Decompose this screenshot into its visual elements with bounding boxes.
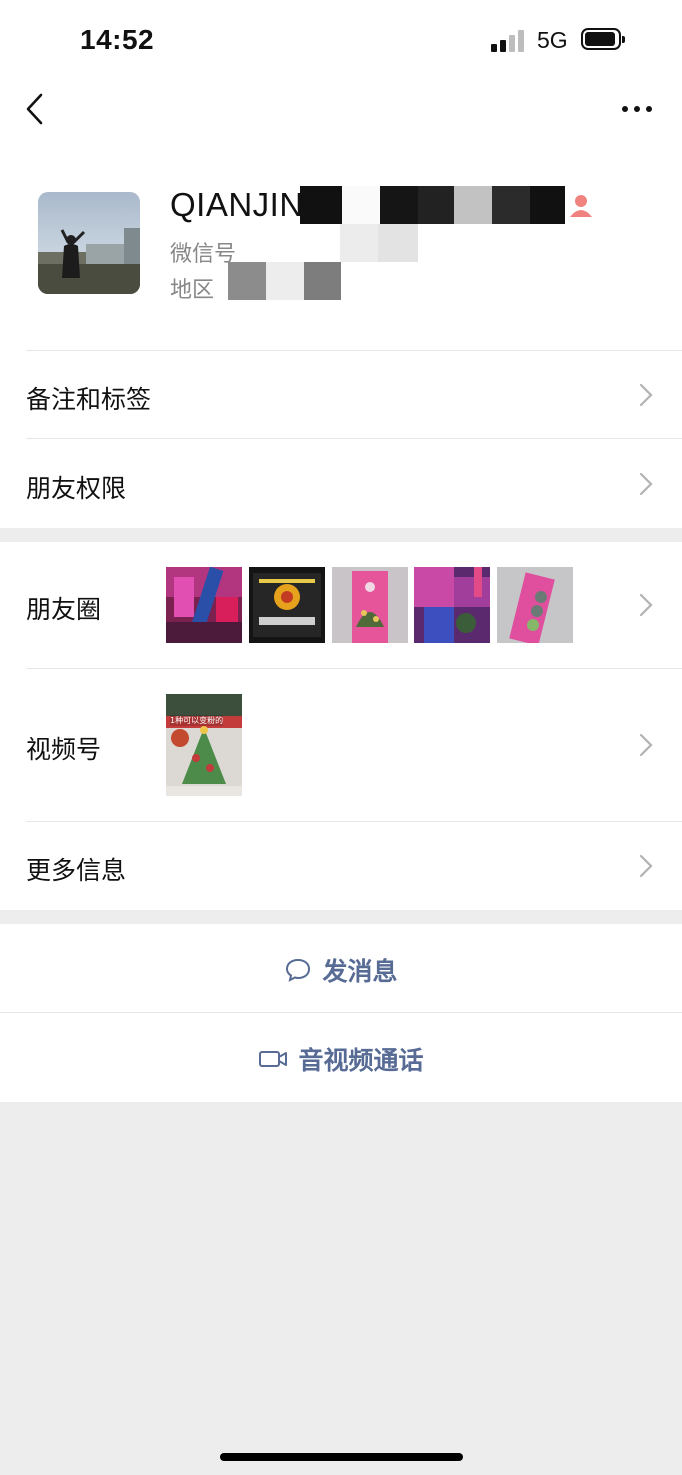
moments-thumbnail[interactable] [249, 567, 325, 643]
region-redaction [228, 262, 341, 300]
moments-thumbnail[interactable] [497, 567, 573, 643]
channels-thumbnail-caption: 1种可以变粉的 [170, 715, 224, 726]
chevron-right-icon [639, 854, 653, 878]
channels-label[interactable]: 视频号 [26, 730, 101, 766]
friend-permissions-label[interactable]: 朋友权限 [26, 469, 126, 505]
network-type: 5G [537, 27, 568, 53]
moments-thumbnail[interactable] [414, 567, 490, 643]
status-time: 14:52 [80, 24, 155, 55]
video-call-label: 音视频通话 [298, 1046, 424, 1075]
contact-name: QIANJIN [170, 186, 304, 223]
name-redaction [300, 186, 575, 224]
divider [0, 1012, 682, 1013]
divider [26, 350, 682, 351]
video-call-button[interactable]: 音视频通话 [0, 1041, 682, 1077]
region-label: 地区 [170, 278, 215, 303]
moments-thumbnail[interactable] [166, 567, 242, 643]
wechat-id-redaction [340, 224, 418, 262]
divider [26, 668, 682, 669]
avatar[interactable] [38, 192, 140, 294]
divider [26, 438, 682, 439]
more-dots-icon[interactable] [620, 100, 654, 118]
section-gap [0, 910, 682, 924]
chevron-right-icon [639, 733, 653, 757]
chevron-right-icon [639, 383, 653, 407]
chevron-right-icon [639, 593, 653, 617]
person-icon [570, 195, 592, 217]
more-info-label[interactable]: 更多信息 [26, 851, 126, 887]
chevron-right-icon [639, 472, 653, 496]
channels-thumbnail[interactable]: 1种可以变粉的 [166, 694, 242, 796]
remark-tags-label[interactable]: 备注和标签 [26, 380, 151, 416]
profile-card [0, 0, 682, 1102]
section-gap [0, 528, 682, 542]
signal-icon [491, 30, 527, 52]
moments-thumbnail[interactable] [332, 567, 408, 643]
send-message-button[interactable]: 发消息 [0, 952, 682, 988]
video-camera-icon [259, 1051, 288, 1067]
moments-label[interactable]: 朋友圈 [26, 590, 101, 626]
wechat-id-label: 微信号 [170, 242, 237, 267]
battery-icon [581, 28, 625, 50]
chat-bubble-icon [286, 958, 311, 982]
divider [26, 821, 682, 822]
send-message-label: 发消息 [322, 957, 398, 986]
home-indicator[interactable] [220, 1453, 463, 1461]
back-arrow-icon[interactable] [24, 92, 48, 126]
